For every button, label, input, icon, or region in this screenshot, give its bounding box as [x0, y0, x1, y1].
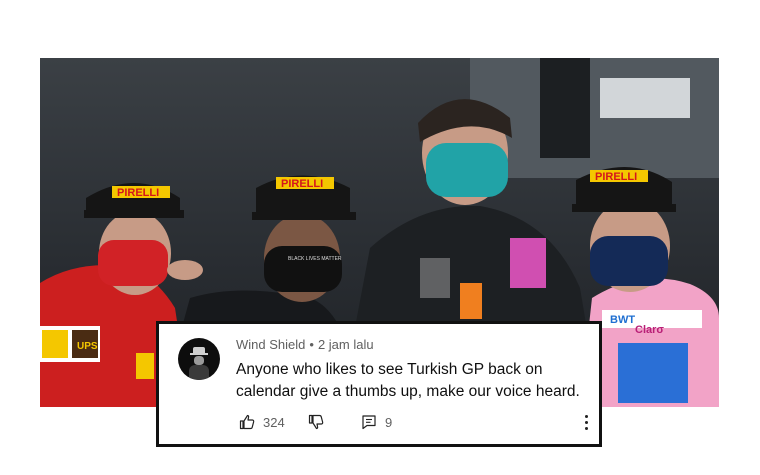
mask-slogan: BLACK LIVES MATTER — [288, 256, 342, 262]
more-vertical-icon[interactable] — [578, 412, 594, 434]
dislike-button[interactable] — [308, 414, 324, 430]
comment-actions: 324 9 — [236, 414, 591, 434]
thumbs-up-icon — [239, 414, 255, 430]
sponsor-ups: UPS — [77, 341, 98, 352]
comment-meta: Wind Shield • 2 jam lalu — [236, 337, 374, 352]
like-button[interactable]: 324 — [239, 414, 285, 430]
comment-card: Wind Shield • 2 jam lalu Anyone who likes … — [156, 321, 602, 447]
meta-separator: • — [309, 337, 314, 352]
like-count: 324 — [263, 414, 285, 430]
comment-text: Anyone who likes to see Turkish GP back … — [236, 361, 580, 400]
sponsor-bwt: BWT — [610, 314, 635, 326]
cap-logo-1: PIRELLI — [117, 187, 159, 199]
comment-time[interactable]: 2 jam lalu — [318, 337, 374, 352]
reply-button[interactable]: 9 — [361, 414, 392, 430]
cap-logo-3: PIRELLI — [595, 171, 637, 183]
thumbs-down-icon — [308, 414, 324, 430]
sponsor-claro: Clarσ — [635, 324, 664, 336]
cap-logo-2: PIRELLI — [281, 178, 323, 190]
comment-author[interactable]: Wind Shield — [236, 337, 305, 352]
reply-count: 9 — [385, 414, 393, 430]
avatar[interactable] — [178, 338, 220, 380]
reply-comment-icon — [362, 415, 376, 430]
